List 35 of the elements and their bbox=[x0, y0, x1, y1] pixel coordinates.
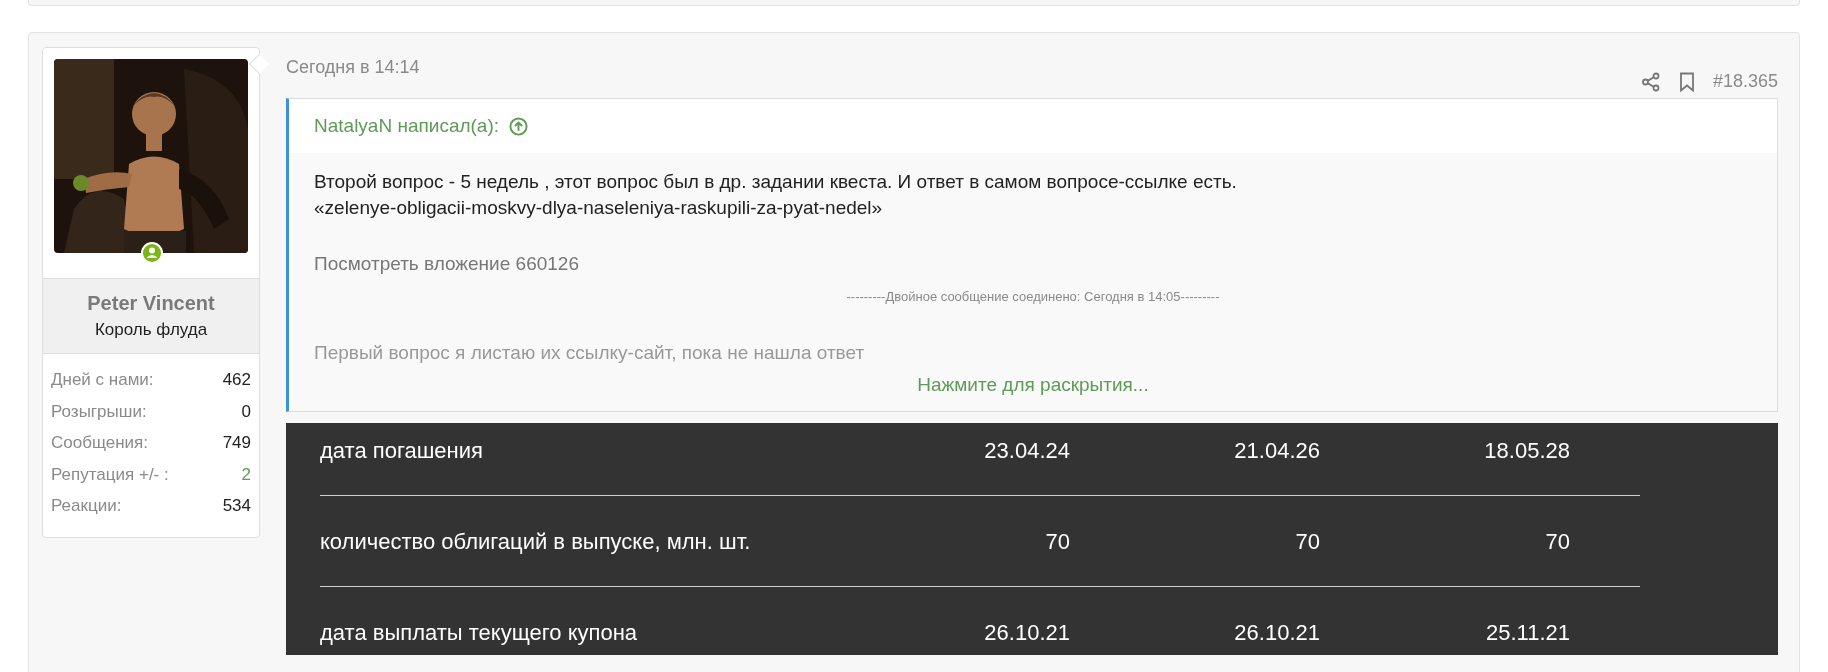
table-cell-text: количество облигаций в выпуске, млн. шт. bbox=[320, 527, 752, 556]
post-number[interactable]: #18.365 bbox=[1712, 68, 1778, 95]
quote-text: Второй вопрос - 5 недель , этот вопрос был в др. задании квеста. И ответ в самом вопросе-ссылке есть. bbox=[314, 170, 1238, 194]
stat-label: Сообщения: bbox=[51, 432, 148, 454]
table-cell-text: 70 bbox=[1544, 527, 1570, 556]
bookmark-icon[interactable] bbox=[1678, 71, 1695, 92]
attachment-link[interactable]: Посмотреть вложение 660126 bbox=[314, 251, 579, 277]
table-cell-text: 70 bbox=[1294, 527, 1320, 556]
table-cell-text: 26.10.21 bbox=[1233, 618, 1320, 647]
table-cell-text: дата выплаты текущего купона bbox=[320, 618, 639, 647]
user-title: Король флуда bbox=[94, 319, 208, 341]
table-cell-text: 26.10.21 bbox=[983, 618, 1070, 647]
stat-value: 534 bbox=[222, 495, 251, 517]
stat-value: 2 bbox=[241, 463, 251, 486]
merged-notice: ---------Двойное сообщение соединено: Сегодня в 14:05--------- bbox=[846, 288, 1220, 306]
faded-text: Первый вопрос я листаю их ссылку-сайт, пока не нашла ответ bbox=[314, 340, 865, 365]
table-cell-text: 70 bbox=[1044, 527, 1070, 556]
stat-label: Розыгрыши: bbox=[51, 400, 147, 423]
stat-value: 462 bbox=[222, 369, 251, 391]
table-cell-text: 25.11.21 bbox=[1485, 618, 1570, 647]
stat-label: Репутация +/- : bbox=[51, 463, 169, 486]
table-cell-text: 23.04.24 bbox=[983, 436, 1070, 465]
table-cell-text: 21.04.26 bbox=[1233, 436, 1320, 465]
expand-link[interactable]: Нажмите для раскрытия... bbox=[917, 370, 1149, 399]
stat-label: Дней с нами: bbox=[51, 369, 154, 391]
quote-text: «zelenye-obligacii-moskvy-dlya-naseleniya-raskupili-za-pyat-nedel» bbox=[314, 196, 884, 220]
table-cell-text: дата погашения bbox=[320, 436, 484, 465]
share-icon[interactable] bbox=[1640, 71, 1661, 92]
username[interactable]: Peter Vincent bbox=[87, 289, 215, 317]
stat-value: 749 bbox=[222, 432, 251, 454]
stat-label: Реакции: bbox=[51, 495, 122, 517]
stat-value: 0 bbox=[241, 400, 251, 423]
post-timestamp[interactable]: Сегодня в 14:14 bbox=[286, 54, 420, 81]
table-cell-text: 18.05.28 bbox=[1483, 436, 1570, 465]
quote-author-link[interactable]: NatalyaN написал(а): bbox=[314, 111, 500, 141]
